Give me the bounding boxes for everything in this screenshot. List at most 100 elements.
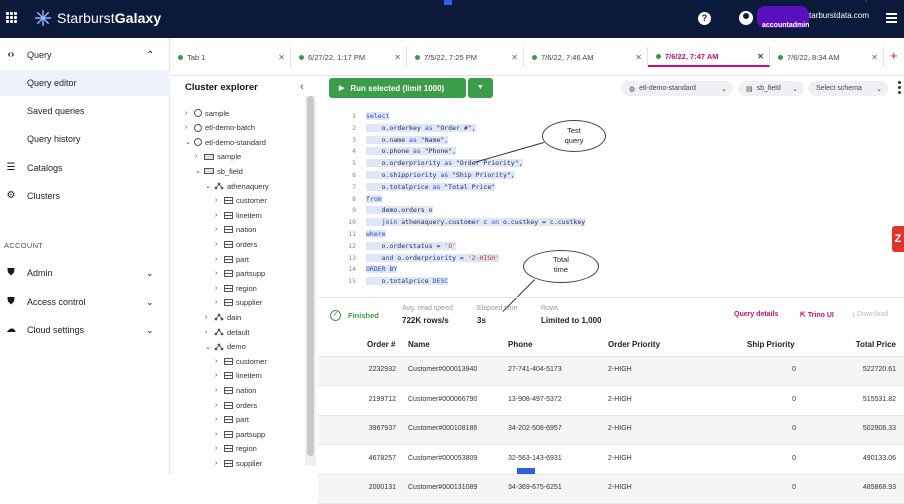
tree-node[interactable]: › orders: [215, 398, 257, 412]
chevron-right-icon[interactable]: ›: [215, 197, 224, 204]
tab-5-active[interactable]: 7/6/22, 7:47 AM ✕: [648, 47, 770, 67]
chevron-right-icon[interactable]: ›: [215, 285, 224, 292]
column-header-total-price[interactable]: Total Price: [856, 340, 896, 349]
tree-node[interactable]: › customer: [215, 354, 267, 368]
code-line[interactable]: select: [366, 112, 390, 120]
chevron-right-icon[interactable]: ›: [215, 431, 224, 438]
chevron-down-icon[interactable]: ⌄: [146, 297, 154, 308]
code-line[interactable]: join athenaquery.customer c on o.custkey…: [366, 218, 586, 227]
code-line[interactable]: o.orderstatus = 'O': [366, 241, 457, 250]
close-icon[interactable]: ✕: [757, 52, 764, 61]
tree-node[interactable]: ⌄ sb_field: [195, 164, 243, 178]
sidebar-item-query-history[interactable]: Query history: [0, 126, 170, 152]
code-line[interactable]: o.shippriority as "Ship Priority",: [366, 171, 515, 179]
chevron-right-icon[interactable]: ›: [215, 226, 224, 233]
chevron-right-icon[interactable]: ›: [215, 402, 224, 409]
schema-select[interactable]: Select schema ⌄: [808, 81, 888, 96]
help-icon[interactable]: ?: [698, 12, 711, 25]
chevron-down-icon[interactable]: ⌄: [195, 167, 204, 175]
chevron-right-icon[interactable]: ›: [215, 256, 224, 263]
code-line[interactable]: o.totalprice DESC: [366, 277, 449, 286]
table-row[interactable]: 2199712 Customer#000066790 13-908-497-5372…: [318, 387, 904, 416]
chevron-right-icon[interactable]: ›: [215, 372, 224, 379]
sidebar-item-query-editor[interactable]: Query editor: [0, 70, 170, 96]
tab-4[interactable]: 7/6/22, 7:46 AM ✕: [524, 47, 648, 67]
chevron-right-icon[interactable]: ›: [205, 329, 214, 336]
tree-node[interactable]: › lineitem: [215, 369, 262, 383]
tree-node[interactable]: ⌄ etl-demo-standard: [185, 135, 266, 149]
chevron-down-icon[interactable]: ⌄: [205, 182, 214, 190]
sql-editor[interactable]: 1 select 2 o.orderkey as "Order #", 3 o.nam…: [318, 103, 904, 295]
code-line[interactable]: o.orderpriority as "Order Priority",: [366, 159, 523, 168]
code-line[interactable]: demo.orders o: [366, 206, 433, 215]
tab-3[interactable]: 7/5/22, 7:25 PM ✕: [407, 47, 524, 67]
tree-node[interactable]: ⌄ demo: [205, 340, 246, 354]
code-line[interactable]: o.orderkey as "Order #",: [366, 123, 476, 132]
chevron-down-icon[interactable]: ⌄: [205, 343, 214, 351]
code-line[interactable]: ORDER BY: [366, 265, 398, 274]
tree-node[interactable]: › sample: [185, 106, 229, 120]
code-line[interactable]: where: [366, 230, 386, 238]
tree-node[interactable]: › default: [205, 325, 250, 339]
sidebar-item-clusters[interactable]: ⚙ Clusters: [0, 183, 170, 209]
tree-node[interactable]: › nation: [215, 383, 256, 397]
tree-node[interactable]: › etl-demo-batch: [185, 121, 255, 135]
tree-node[interactable]: › nation: [215, 223, 256, 237]
code-line[interactable]: and o.orderpriority = '2-HIGH': [366, 253, 500, 262]
tree-node[interactable]: › customer: [215, 194, 267, 208]
chevron-right-icon[interactable]: ›: [185, 110, 194, 117]
close-icon[interactable]: ✕: [278, 53, 285, 62]
column-header-order-priority[interactable]: Order Priority: [608, 340, 660, 349]
chevron-right-icon[interactable]: ›: [215, 212, 224, 219]
tree-node[interactable]: ⌄ athenaquery: [205, 179, 269, 193]
table-row[interactable]: 3967937 Customer#000108186 34-202-508-6957…: [318, 416, 904, 445]
download-button[interactable]: ⤓ Download: [852, 311, 888, 319]
run-selected-button[interactable]: ▶ Run selected (limit 1000): [329, 78, 466, 98]
chevron-right-icon[interactable]: ›: [215, 241, 224, 248]
run-options-dropdown[interactable]: ▼: [468, 78, 493, 98]
app-grid-icon[interactable]: [6, 12, 18, 24]
column-header-order[interactable]: Order #: [367, 340, 395, 349]
chevron-right-icon[interactable]: ›: [215, 445, 224, 452]
tree-node[interactable]: › sample: [195, 150, 241, 164]
tree-node[interactable]: › part: [215, 252, 249, 266]
table-row[interactable]: 4678257 Customer#000053809 32-563-143-6931…: [318, 446, 904, 475]
tree-node[interactable]: › lineitem: [215, 208, 262, 222]
chevron-up-icon[interactable]: ⌃: [146, 50, 154, 61]
collapse-panel-icon[interactable]: ‹: [300, 81, 304, 93]
chevron-right-icon[interactable]: ›: [205, 314, 214, 321]
query-details-link[interactable]: Query details: [734, 311, 778, 318]
cluster-select[interactable]: ◍ etl-demo-standard ⌄: [621, 81, 733, 96]
user-avatar-icon[interactable]: [739, 11, 753, 25]
chevron-right-icon[interactable]: ›: [215, 270, 224, 277]
chevron-right-icon[interactable]: ›: [195, 153, 204, 160]
code-line[interactable]: o.totalprice as "Total Price": [366, 182, 496, 191]
close-icon[interactable]: ✕: [635, 53, 642, 62]
trino-ui-link[interactable]: ⇱ Trino UI: [800, 311, 834, 319]
chevron-right-icon[interactable]: ›: [215, 387, 224, 394]
tree-node[interactable]: › region: [215, 281, 257, 295]
sidebar-item-admin[interactable]: ⛊ Admin ⌄: [0, 260, 170, 286]
table-row[interactable]: 2000131 Customer#000131089 34-369-675-6251…: [318, 475, 904, 504]
column-header-name[interactable]: Name: [408, 340, 430, 349]
tree-node[interactable]: › supplier: [215, 296, 262, 310]
chevron-down-icon[interactable]: ⌄: [146, 268, 154, 279]
code-line[interactable]: from: [366, 194, 382, 203]
tree-node[interactable]: › partsupp: [215, 427, 265, 441]
chevron-right-icon[interactable]: ›: [215, 460, 224, 467]
code-line[interactable]: o.name as "Name",: [366, 135, 449, 144]
more-options-icon[interactable]: [898, 81, 902, 95]
column-header-ship-priority[interactable]: Ship Priority: [747, 340, 795, 349]
catalog-select[interactable]: ▤ sb_field ⌄: [738, 81, 804, 96]
sidebar-item-access-control[interactable]: ⛊ Access control ⌄: [0, 289, 170, 315]
table-row[interactable]: 2232932 Customer#000013940 27-741-404-5173…: [318, 357, 904, 386]
sidebar-item-cloud-settings[interactable]: ☁ Cloud settings ⌄: [0, 317, 170, 343]
code-line[interactable]: o.phone as "Phone",: [366, 147, 457, 156]
side-widget-tab[interactable]: Z: [892, 226, 904, 252]
sidebar-item-catalogs[interactable]: ☰ Catalogs: [0, 155, 170, 181]
chevron-down-icon[interactable]: ⌄: [146, 325, 154, 336]
tab-6[interactable]: 7/6/22, 8:34 AM ✕: [770, 47, 884, 67]
column-header-phone[interactable]: Phone: [508, 340, 532, 349]
brand-logo[interactable]: StarburstGalaxy: [34, 9, 161, 27]
close-icon[interactable]: ✕: [511, 53, 518, 62]
